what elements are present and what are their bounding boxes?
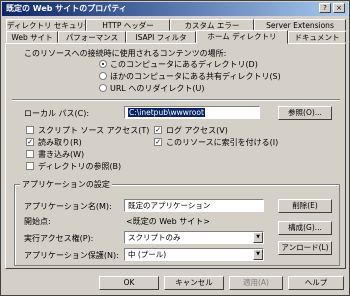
radio-url-redirect-label: URL へのリダイレクト(U) <box>110 84 205 93</box>
apply-button[interactable]: 適用(A) <box>229 276 283 290</box>
browse-button[interactable]: 参照(O)... <box>278 106 332 120</box>
configure-button[interactable]: 構成(G)... <box>278 221 332 235</box>
tab-isapi-filters[interactable]: ISAPI フィルタ <box>126 31 196 43</box>
checkmark-icon: ✓ <box>155 126 161 134</box>
start-point-label: 開始点: <box>24 217 51 226</box>
chevron-down-icon[interactable]: ▼ <box>253 232 263 243</box>
cancel-button[interactable]: キャンセル <box>164 276 224 290</box>
radio-url-redirect[interactable] <box>99 84 107 92</box>
app-name-label: アプリケーション名(M): <box>24 202 112 211</box>
app-name-value: 既定のアプリケーション <box>128 201 211 210</box>
protection-label: アプリケーション保護(N): <box>24 251 119 260</box>
local-path-input[interactable]: C:\inetpub\wwwroot <box>124 106 260 119</box>
separator <box>12 99 340 101</box>
checkmark-icon: ✓ <box>155 138 161 146</box>
title-bar: 既定の Web サイトのプロパティ <box>2 2 348 16</box>
tab-performance[interactable]: パフォーマンス <box>58 31 126 43</box>
script-source-access-label: スクリプト ソース アクセス(T) <box>38 126 150 135</box>
help-button[interactable]: ヘルプ <box>288 276 344 290</box>
exec-perm-select[interactable]: スクリプトのみ ▼ <box>124 231 264 244</box>
ok-button[interactable]: OK <box>99 276 159 290</box>
tab-documents[interactable]: ドキュメント <box>288 31 346 43</box>
index-resource-label: このリソースに索引を付ける(I) <box>166 138 279 147</box>
app-name-input[interactable]: 既定のアプリケーション <box>124 199 264 212</box>
home-directory-panel: このリソースへの接続時に使用されるコンテンツの場所: このコンピュータにあるディ… <box>5 43 346 269</box>
exec-perm-value: スクリプトのみ <box>128 233 181 242</box>
checkbox-log-visits[interactable]: ✓ <box>154 126 162 134</box>
app-settings-label: アプリケーションの設定 <box>20 179 112 190</box>
checkbox-write[interactable] <box>26 150 34 158</box>
protection-value: 中 (プール) <box>128 250 167 259</box>
exec-perm-label: 実行アクセス権(P): <box>24 234 94 243</box>
question-icon: ? <box>323 4 327 12</box>
start-point-value: <既定の Web サイト> <box>126 217 210 226</box>
checkmark-icon: ✓ <box>27 138 33 146</box>
tab-home-directory[interactable]: ホーム ディレクトリ <box>196 30 288 44</box>
radio-local-directory-label: このコンピュータにあるディレクトリ(D) <box>110 60 258 69</box>
content-location-prompt: このリソースへの接続時に使用されるコンテンツの場所: <box>24 49 227 58</box>
local-path-value: C:\inetpub\wwwroot <box>128 108 205 117</box>
tab-http-headers[interactable]: HTTP ヘッダー <box>86 19 170 31</box>
checkbox-read[interactable]: ✓ <box>26 138 34 146</box>
remove-button[interactable]: 削除(E) <box>278 199 332 213</box>
protection-select[interactable]: 中 (プール) ▼ <box>124 248 264 261</box>
directory-browsing-label: ディレクトリの参照(B) <box>38 162 122 171</box>
local-path-label: ローカル パス(C): <box>24 109 90 118</box>
checkbox-index-resource[interactable]: ✓ <box>154 138 162 146</box>
checkbox-directory-browsing[interactable] <box>26 162 34 170</box>
write-label: 書き込み(W) <box>38 150 85 159</box>
radio-shared-directory[interactable] <box>99 72 107 80</box>
radio-shared-directory-label: ほかのコンピュータにある共有ディレクトリ(S) <box>110 72 281 81</box>
properties-dialog: 既定の Web サイトのプロパティ ? × ディレクトリ セキュリティ HTTP… <box>0 0 350 296</box>
unload-button[interactable]: アンロード(L) <box>278 241 332 255</box>
help-title-button[interactable]: ? <box>319 3 331 13</box>
tab-directory-security[interactable]: ディレクトリ セキュリティ <box>6 19 86 31</box>
checkbox-script-source-access[interactable] <box>26 126 34 134</box>
chevron-down-icon[interactable]: ▼ <box>253 249 263 260</box>
close-title-button[interactable]: × <box>333 3 345 13</box>
log-visits-label: ログ アクセス(V) <box>166 126 228 135</box>
close-icon: × <box>336 4 342 12</box>
window-title: 既定の Web サイトのプロパティ <box>6 4 127 13</box>
radio-local-directory[interactable] <box>99 60 107 68</box>
tab-web-site[interactable]: Web サイト <box>6 31 58 43</box>
read-label: 読み取り(R) <box>38 138 82 147</box>
